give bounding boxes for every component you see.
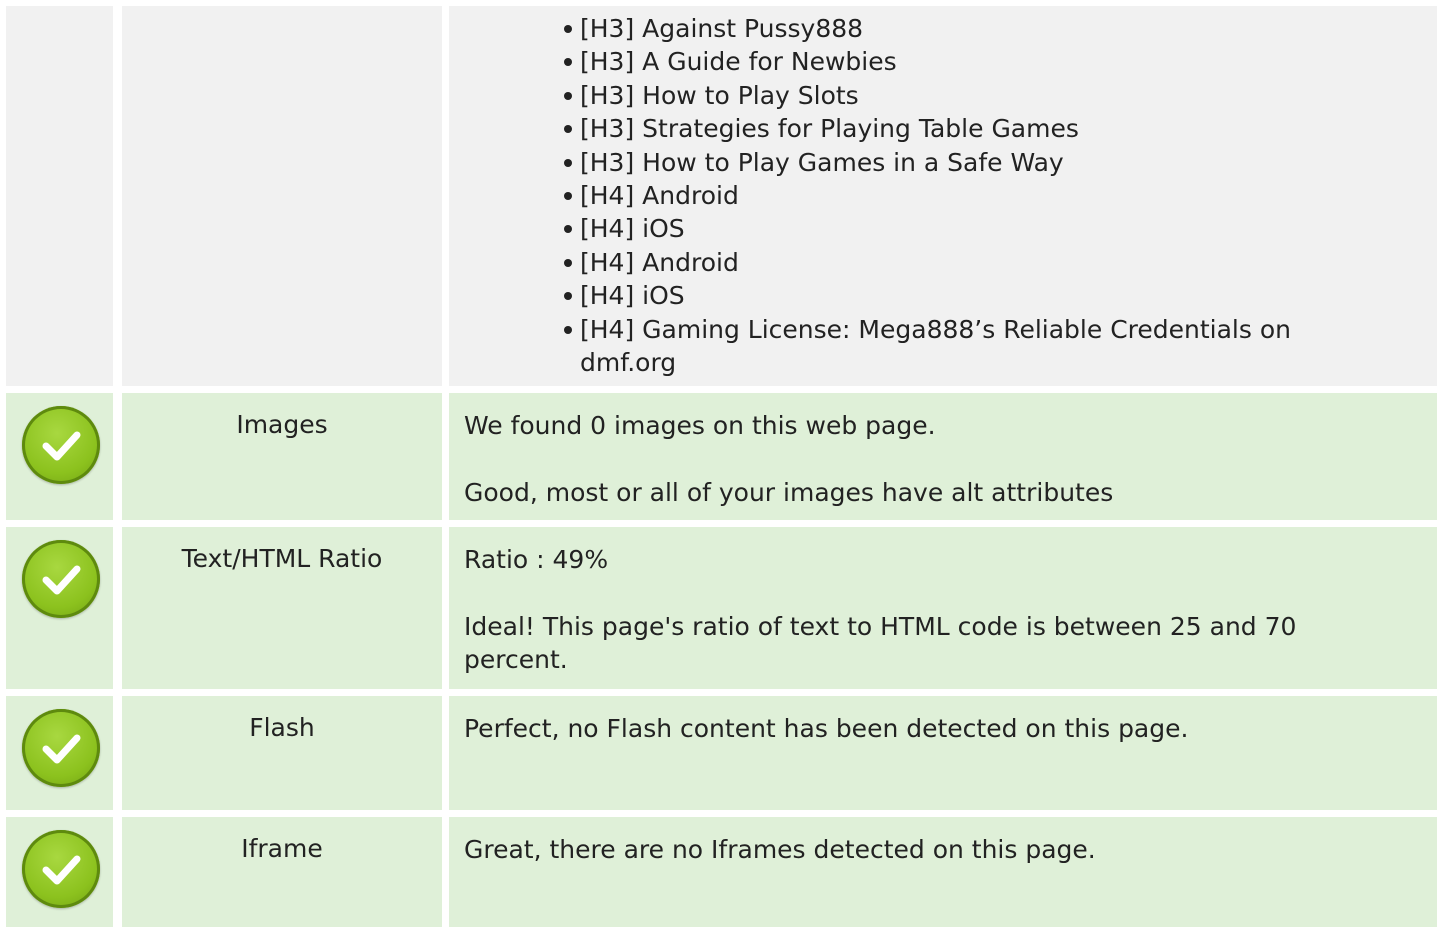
heading-item: [H4] iOS xyxy=(564,212,1377,245)
check-label: Iframe xyxy=(241,834,323,863)
headings-cell: [H3] Against Pussy888 [H3] A Guide for N… xyxy=(449,6,1437,386)
heading-item: [H4] iOS xyxy=(564,279,1377,312)
description-line: Good, most or all of your images have al… xyxy=(464,477,1114,507)
text-html-ratio-check-row: Text/HTML Ratio Ratio : 49% Ideal! This … xyxy=(0,527,1443,689)
heading-item: [H3] How to Play Slots xyxy=(564,79,1377,112)
check-circle-icon xyxy=(22,406,100,484)
headings-row: [H3] Against Pussy888 [H3] A Guide for N… xyxy=(0,6,1443,386)
heading-item: [H4] Android xyxy=(564,179,1377,212)
check-label-cell: Images xyxy=(122,393,442,520)
check-description: Ratio : 49% Ideal! This page's ratio of … xyxy=(449,527,1437,689)
flash-check-row: Flash Perfect, no Flash content has been… xyxy=(0,696,1443,810)
headings-list: [H3] Against Pussy888 [H3] A Guide for N… xyxy=(464,6,1377,379)
check-label-cell: Text/HTML Ratio xyxy=(122,527,442,689)
description-line: Great, there are no Iframes detected on … xyxy=(464,835,1096,864)
check-description: Perfect, no Flash content has been detec… xyxy=(449,696,1437,810)
heading-item: [H4] Android xyxy=(564,246,1377,279)
check-description: We found 0 images on this web page. Good… xyxy=(449,393,1437,520)
status-cell xyxy=(6,817,113,927)
check-circle-icon xyxy=(22,830,100,908)
check-label: Text/HTML Ratio xyxy=(181,544,383,573)
status-cell xyxy=(6,393,113,520)
heading-item: [H3] A Guide for Newbies xyxy=(564,45,1377,78)
heading-item: [H3] Strategies for Playing Table Games xyxy=(564,112,1377,145)
status-cell xyxy=(6,527,113,689)
status-cell xyxy=(6,6,113,386)
check-circle-icon xyxy=(22,709,100,787)
check-label-cell: Iframe xyxy=(122,817,442,927)
description-line: Ratio : 49% xyxy=(464,545,609,574)
description-line: We found 0 images on this web page. xyxy=(464,411,936,440)
description-line: Ideal! This page's ratio of text to HTML… xyxy=(464,611,1297,675)
check-description: Great, there are no Iframes detected on … xyxy=(449,817,1437,927)
heading-item: [H3] How to Play Games in a Safe Way xyxy=(564,146,1377,179)
status-cell xyxy=(6,696,113,810)
iframe-check-row: Iframe Great, there are no Iframes detec… xyxy=(0,817,1443,927)
images-check-row: Images We found 0 images on this web pag… xyxy=(0,393,1443,520)
check-label-cell: Flash xyxy=(122,696,442,810)
seo-report-table: [H3] Against Pussy888 [H3] A Guide for N… xyxy=(0,0,1443,927)
heading-item: [H3] Against Pussy888 xyxy=(564,12,1377,45)
heading-item: [H4] Gaming License: Mega888’s Reliable … xyxy=(564,313,1377,380)
description-line: Perfect, no Flash content has been detec… xyxy=(464,714,1189,743)
check-label-cell xyxy=(122,6,442,386)
check-circle-icon xyxy=(22,540,100,618)
check-label: Flash xyxy=(249,713,315,742)
check-label: Images xyxy=(236,410,328,439)
